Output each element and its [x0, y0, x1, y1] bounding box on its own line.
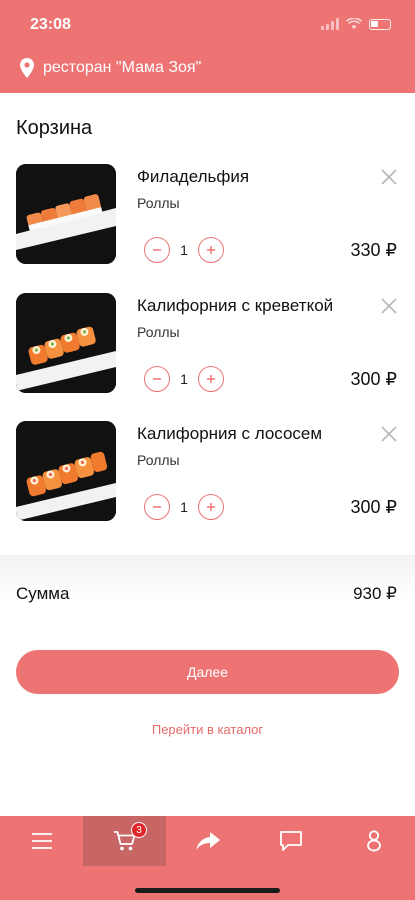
product-price: 300 ₽	[350, 497, 398, 517]
app-header: 23:08 ресторан "Мама Зоя"	[0, 0, 415, 93]
page-title: Корзина	[16, 117, 93, 139]
status-bar: 23:08	[0, 14, 415, 38]
wifi-icon	[346, 18, 362, 29]
product-name: Калифорния с креветкой	[137, 296, 334, 315]
product-image[interactable]	[16, 164, 116, 264]
quantity-value: 1	[180, 499, 188, 515]
increase-button[interactable]	[198, 366, 224, 392]
california-salmon-roll-image	[16, 421, 116, 521]
product-category: Роллы	[137, 452, 180, 468]
restaurant-selector[interactable]: ресторан "Мама Зоя"	[20, 58, 201, 78]
close-icon[interactable]	[379, 167, 399, 187]
cart-item: Калифорния с креветкой Роллы 1 300 ₽	[0, 293, 415, 403]
california-shrimp-roll-image	[16, 293, 116, 393]
philadelphia-roll-image	[16, 164, 116, 264]
cart-summary: Сумма 930 ₽	[0, 555, 415, 635]
cart-badge: 3	[131, 822, 147, 838]
tab-menu[interactable]	[0, 816, 83, 866]
tab-share[interactable]	[166, 816, 249, 866]
home-indicator	[135, 888, 280, 893]
status-time: 23:08	[30, 16, 71, 33]
catalog-link[interactable]: Перейти в каталог	[0, 722, 415, 737]
quantity-stepper: 1	[144, 237, 224, 263]
product-price: 300 ₽	[350, 369, 398, 389]
increase-button[interactable]	[198, 237, 224, 263]
restaurant-name: ресторан "Мама Зоя"	[43, 59, 202, 76]
product-image[interactable]	[16, 421, 116, 521]
decrease-button[interactable]	[144, 237, 170, 263]
close-icon[interactable]	[379, 296, 399, 316]
tab-bar: 3	[0, 816, 415, 866]
product-category: Роллы	[137, 195, 180, 211]
battery-icon	[369, 18, 391, 30]
tab-chat[interactable]	[249, 816, 332, 866]
plus-icon	[207, 246, 215, 254]
profile-icon	[366, 830, 381, 852]
share-icon	[195, 832, 220, 850]
chat-icon	[279, 831, 302, 851]
close-icon[interactable]	[379, 424, 399, 444]
menu-icon	[31, 833, 52, 849]
product-name: Филадельфия	[137, 167, 250, 186]
next-button[interactable]: Далее	[16, 650, 399, 694]
sum-label: Сумма	[16, 584, 70, 603]
cart-item: Филадельфия Роллы 1 330 ₽	[0, 164, 415, 274]
status-icons	[321, 18, 391, 30]
increase-button[interactable]	[198, 494, 224, 520]
product-name: Калифорния с лососем	[137, 424, 323, 443]
decrease-button[interactable]	[144, 366, 170, 392]
plus-icon	[207, 375, 215, 383]
plus-icon	[207, 503, 215, 511]
cart-item: Калифорния с лососем Роллы 1 300 ₽	[0, 421, 415, 531]
home-indicator-area	[0, 866, 415, 900]
quantity-value: 1	[180, 242, 188, 258]
quantity-stepper: 1	[144, 366, 224, 392]
location-pin-icon	[20, 58, 34, 78]
product-price: 330 ₽	[350, 240, 398, 260]
product-category: Роллы	[137, 324, 180, 340]
product-image[interactable]	[16, 293, 116, 393]
minus-icon	[153, 378, 161, 380]
minus-icon	[153, 249, 161, 251]
quantity-value: 1	[180, 371, 188, 387]
quantity-stepper: 1	[144, 494, 224, 520]
sum-value: 930 ₽	[353, 584, 397, 603]
signal-icon	[321, 18, 339, 30]
minus-icon	[153, 506, 161, 508]
tab-cart[interactable]: 3	[83, 816, 166, 866]
decrease-button[interactable]	[144, 494, 170, 520]
tab-profile[interactable]	[332, 816, 415, 866]
